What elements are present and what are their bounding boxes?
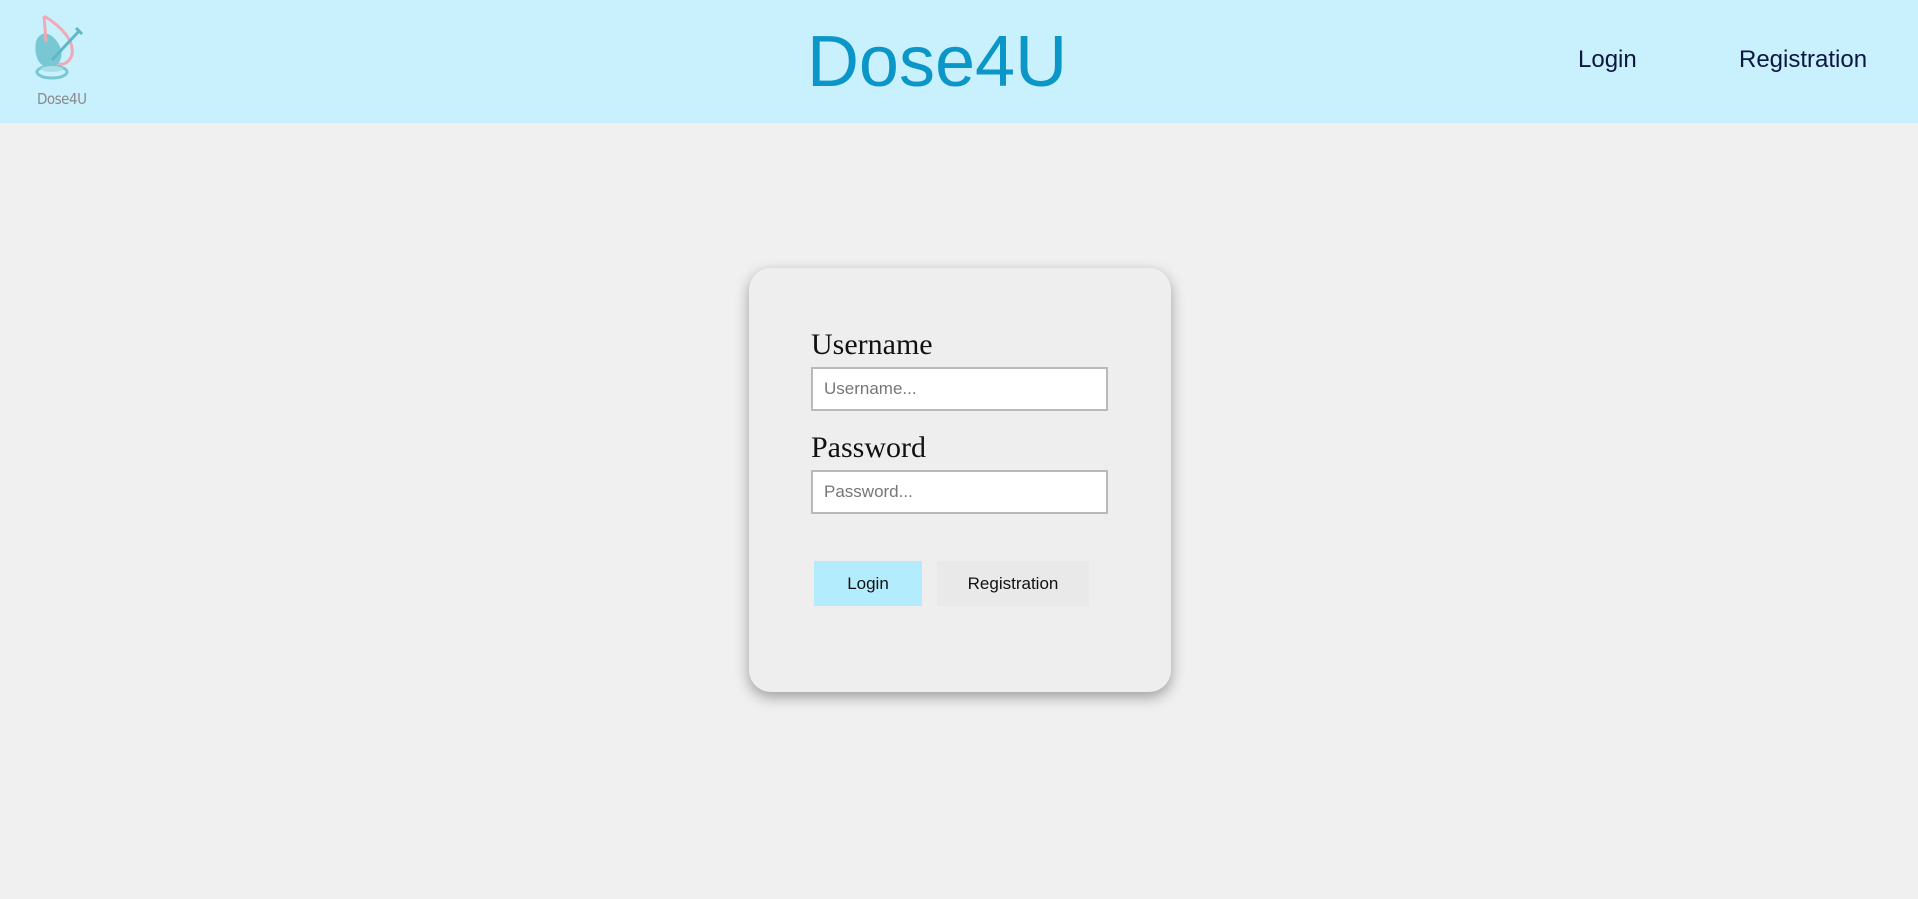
username-input[interactable] [811, 367, 1108, 411]
nav-login-link[interactable]: Login [1578, 46, 1637, 74]
username-label: Username [811, 328, 933, 361]
top-header: Dose4U Dose4U Login Registration [0, 0, 1918, 123]
nav-registration-link[interactable]: Registration [1739, 46, 1867, 74]
login-card: Username Password Login Registration [749, 268, 1171, 692]
password-label: Password [811, 431, 927, 464]
password-input[interactable] [811, 470, 1108, 514]
login-button[interactable]: Login [814, 561, 922, 606]
registration-button[interactable]: Registration [937, 561, 1089, 606]
